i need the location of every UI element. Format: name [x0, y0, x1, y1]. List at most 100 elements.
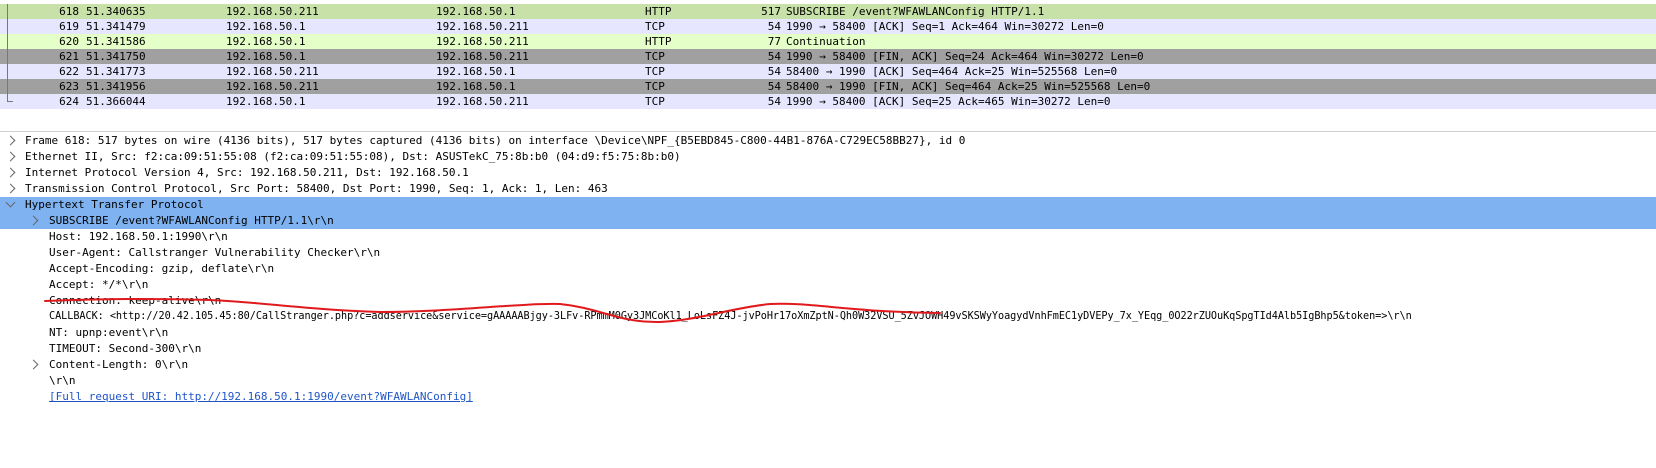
conversation-line: [7, 19, 8, 34]
tree-full-uri[interactable]: [Full request URI: http://192.168.50.1:1…: [0, 389, 1656, 405]
packet-number: 621: [59, 50, 79, 63]
packet-protocol: TCP: [645, 50, 665, 63]
tree-ethernet[interactable]: Ethernet II, Src: f2:ca:09:51:55:08 (f2:…: [0, 149, 1656, 165]
packet-row[interactable]: 618 51.340635 192.168.50.211 192.168.50.1 HT…: [0, 4, 1656, 19]
tree-accept[interactable]: Accept: */*\r\n: [0, 277, 1656, 293]
packet-source: 192.168.50.1: [226, 50, 306, 63]
packet-destination: 192.168.50.1: [436, 5, 516, 18]
conversation-line: [7, 49, 8, 64]
tree-callback[interactable]: CALLBACK: <http://20.42.105.45:80/CallSt…: [0, 309, 1656, 325]
packet-info: 1990 → 58400 [ACK] Seq=25 Ack=465 Win=30…: [786, 95, 1111, 108]
header-accept: Accept: */*\r\n: [49, 278, 149, 291]
expand-arrow-icon[interactable]: [5, 135, 16, 146]
packet-destination: 192.168.50.211: [436, 20, 529, 33]
packet-protocol: HTTP: [645, 5, 672, 18]
packet-info: 58400 → 1990 [ACK] Seq=464 Ack=25 Win=52…: [786, 65, 1118, 78]
full-request-uri-link[interactable]: [Full request URI: http://192.168.50.1:1…: [49, 389, 473, 405]
packet-protocol: TCP: [645, 95, 665, 108]
conversation-line: [7, 94, 8, 102]
tree-http[interactable]: Hypertext Transfer Protocol: [0, 197, 1656, 213]
tree-tcp[interactable]: Transmission Control Protocol, Src Port:…: [0, 181, 1656, 197]
packet-length: 54: [767, 50, 781, 63]
packet-length: 77: [767, 35, 781, 48]
tree-user-agent[interactable]: User-Agent: Callstranger Vulnerability C…: [0, 245, 1656, 261]
packet-number: 620: [59, 35, 79, 48]
tree-timeout[interactable]: TIMEOUT: Second-300\r\n: [0, 341, 1656, 357]
packet-protocol: TCP: [645, 20, 665, 33]
packet-row[interactable]: 623 51.341956 192.168.50.211 192.168.50.1 TC…: [0, 79, 1656, 94]
expand-arrow-icon[interactable]: [5, 183, 16, 194]
http-summary: Hypertext Transfer Protocol: [25, 198, 204, 211]
conversation-line: [7, 34, 8, 49]
packet-time: 51.341773: [86, 65, 146, 78]
packet-source: 192.168.50.211: [226, 5, 319, 18]
packet-row[interactable]: 621 51.341750 192.168.50.1 192.168.50.211 TC…: [0, 49, 1656, 64]
tree-crlf[interactable]: \r\n: [0, 373, 1656, 389]
frame-summary: Frame 618: 517 bytes on wire (4136 bits)…: [25, 134, 966, 147]
conversation-line: [7, 4, 8, 19]
request-line: SUBSCRIBE /event?WFAWLANConfig HTTP/1.1\…: [49, 214, 334, 227]
packet-info: Continuation: [786, 35, 866, 48]
expand-arrow-icon[interactable]: [5, 167, 16, 178]
packet-destination: 192.168.50.211: [436, 50, 529, 63]
packet-list[interactable]: 618 51.340635 192.168.50.211 192.168.50.1 HT…: [0, 4, 1656, 115]
packet-time: 51.366044: [86, 95, 146, 108]
expand-arrow-icon[interactable]: [5, 151, 16, 162]
tree-connection[interactable]: Connection: keep-alive\r\n: [0, 293, 1656, 309]
packet-row[interactable]: 624 51.366044 192.168.50.1 192.168.50.211 TC…: [0, 94, 1656, 109]
tree-content-length[interactable]: Content-Length: 0\r\n: [0, 357, 1656, 373]
header-accept-encoding: Accept-Encoding: gzip, deflate\r\n: [49, 262, 275, 275]
tree-request-line[interactable]: SUBSCRIBE /event?WFAWLANConfig HTTP/1.1\…: [0, 213, 1656, 229]
packet-destination: 192.168.50.1: [436, 65, 516, 78]
packet-time: 51.341479: [86, 20, 146, 33]
packet-source: 192.168.50.1: [226, 20, 306, 33]
header-connection: Connection: keep-alive\r\n: [49, 294, 222, 307]
packet-time: 51.340635: [86, 5, 146, 18]
packet-number: 624: [59, 95, 79, 108]
collapse-arrow-icon[interactable]: [5, 197, 16, 208]
packet-number: 618: [59, 5, 79, 18]
conversation-line: [7, 64, 8, 79]
packet-length: 54: [767, 80, 781, 93]
header-host: Host: 192.168.50.1:1990\r\n: [49, 230, 228, 243]
packet-length: 517: [761, 5, 781, 18]
packet-destination: 192.168.50.211: [436, 35, 529, 48]
packet-source: 192.168.50.1: [226, 35, 306, 48]
header-nt: NT: upnp:event\r\n: [49, 326, 169, 339]
tree-host[interactable]: Host: 192.168.50.1:1990\r\n: [0, 229, 1656, 245]
packet-time: 51.341586: [86, 35, 146, 48]
packet-source: 192.168.50.211: [226, 80, 319, 93]
ip-summary: Internet Protocol Version 4, Src: 192.16…: [25, 166, 469, 179]
packet-number: 623: [59, 80, 79, 93]
tree-nt[interactable]: NT: upnp:event\r\n: [0, 325, 1656, 341]
packet-length: 54: [767, 65, 781, 78]
packet-info: 1990 → 58400 [ACK] Seq=1 Ack=464 Win=302…: [786, 20, 1104, 33]
packet-length: 54: [767, 95, 781, 108]
header-content-length: Content-Length: 0\r\n: [49, 358, 189, 371]
tree-accept-encoding[interactable]: Accept-Encoding: gzip, deflate\r\n: [0, 261, 1656, 277]
packet-row[interactable]: 620 51.341586 192.168.50.1 192.168.50.211 HT…: [0, 34, 1656, 49]
tree-ip[interactable]: Internet Protocol Version 4, Src: 192.16…: [0, 165, 1656, 181]
tcp-summary: Transmission Control Protocol, Src Port:…: [25, 182, 608, 195]
packet-details-pane[interactable]: Frame 618: 517 bytes on wire (4136 bits)…: [0, 131, 1656, 468]
packet-destination: 192.168.50.211: [436, 95, 529, 108]
packet-info: 58400 → 1990 [FIN, ACK] Seq=464 Ack=25 W…: [786, 80, 1151, 93]
packet-row[interactable]: 619 51.341479 192.168.50.1 192.168.50.211 TC…: [0, 19, 1656, 34]
packet-info: SUBSCRIBE /event?WFAWLANConfig HTTP/1.1: [786, 5, 1045, 18]
packet-source: 192.168.50.1: [226, 95, 306, 108]
crlf-line: \r\n: [49, 374, 76, 387]
header-timeout: TIMEOUT: Second-300\r\n: [49, 342, 202, 355]
packet-source: 192.168.50.211: [226, 65, 319, 78]
packet-info: 1990 → 58400 [FIN, ACK] Seq=24 Ack=464 W…: [786, 50, 1144, 63]
packet-protocol: TCP: [645, 80, 665, 93]
expand-arrow-icon[interactable]: [28, 215, 39, 226]
packet-time: 51.341750: [86, 50, 146, 63]
header-user-agent: User-Agent: Callstranger Vulnerability C…: [49, 246, 381, 259]
packet-row[interactable]: 622 51.341773 192.168.50.211 192.168.50.1 TC…: [0, 64, 1656, 79]
tree-frame[interactable]: Frame 618: 517 bytes on wire (4136 bits)…: [0, 133, 1656, 149]
conversation-line: [7, 79, 8, 94]
packet-protocol: HTTP: [645, 35, 672, 48]
expand-arrow-icon[interactable]: [28, 359, 39, 370]
packet-destination: 192.168.50.1: [436, 80, 516, 93]
packet-length: 54: [767, 20, 781, 33]
